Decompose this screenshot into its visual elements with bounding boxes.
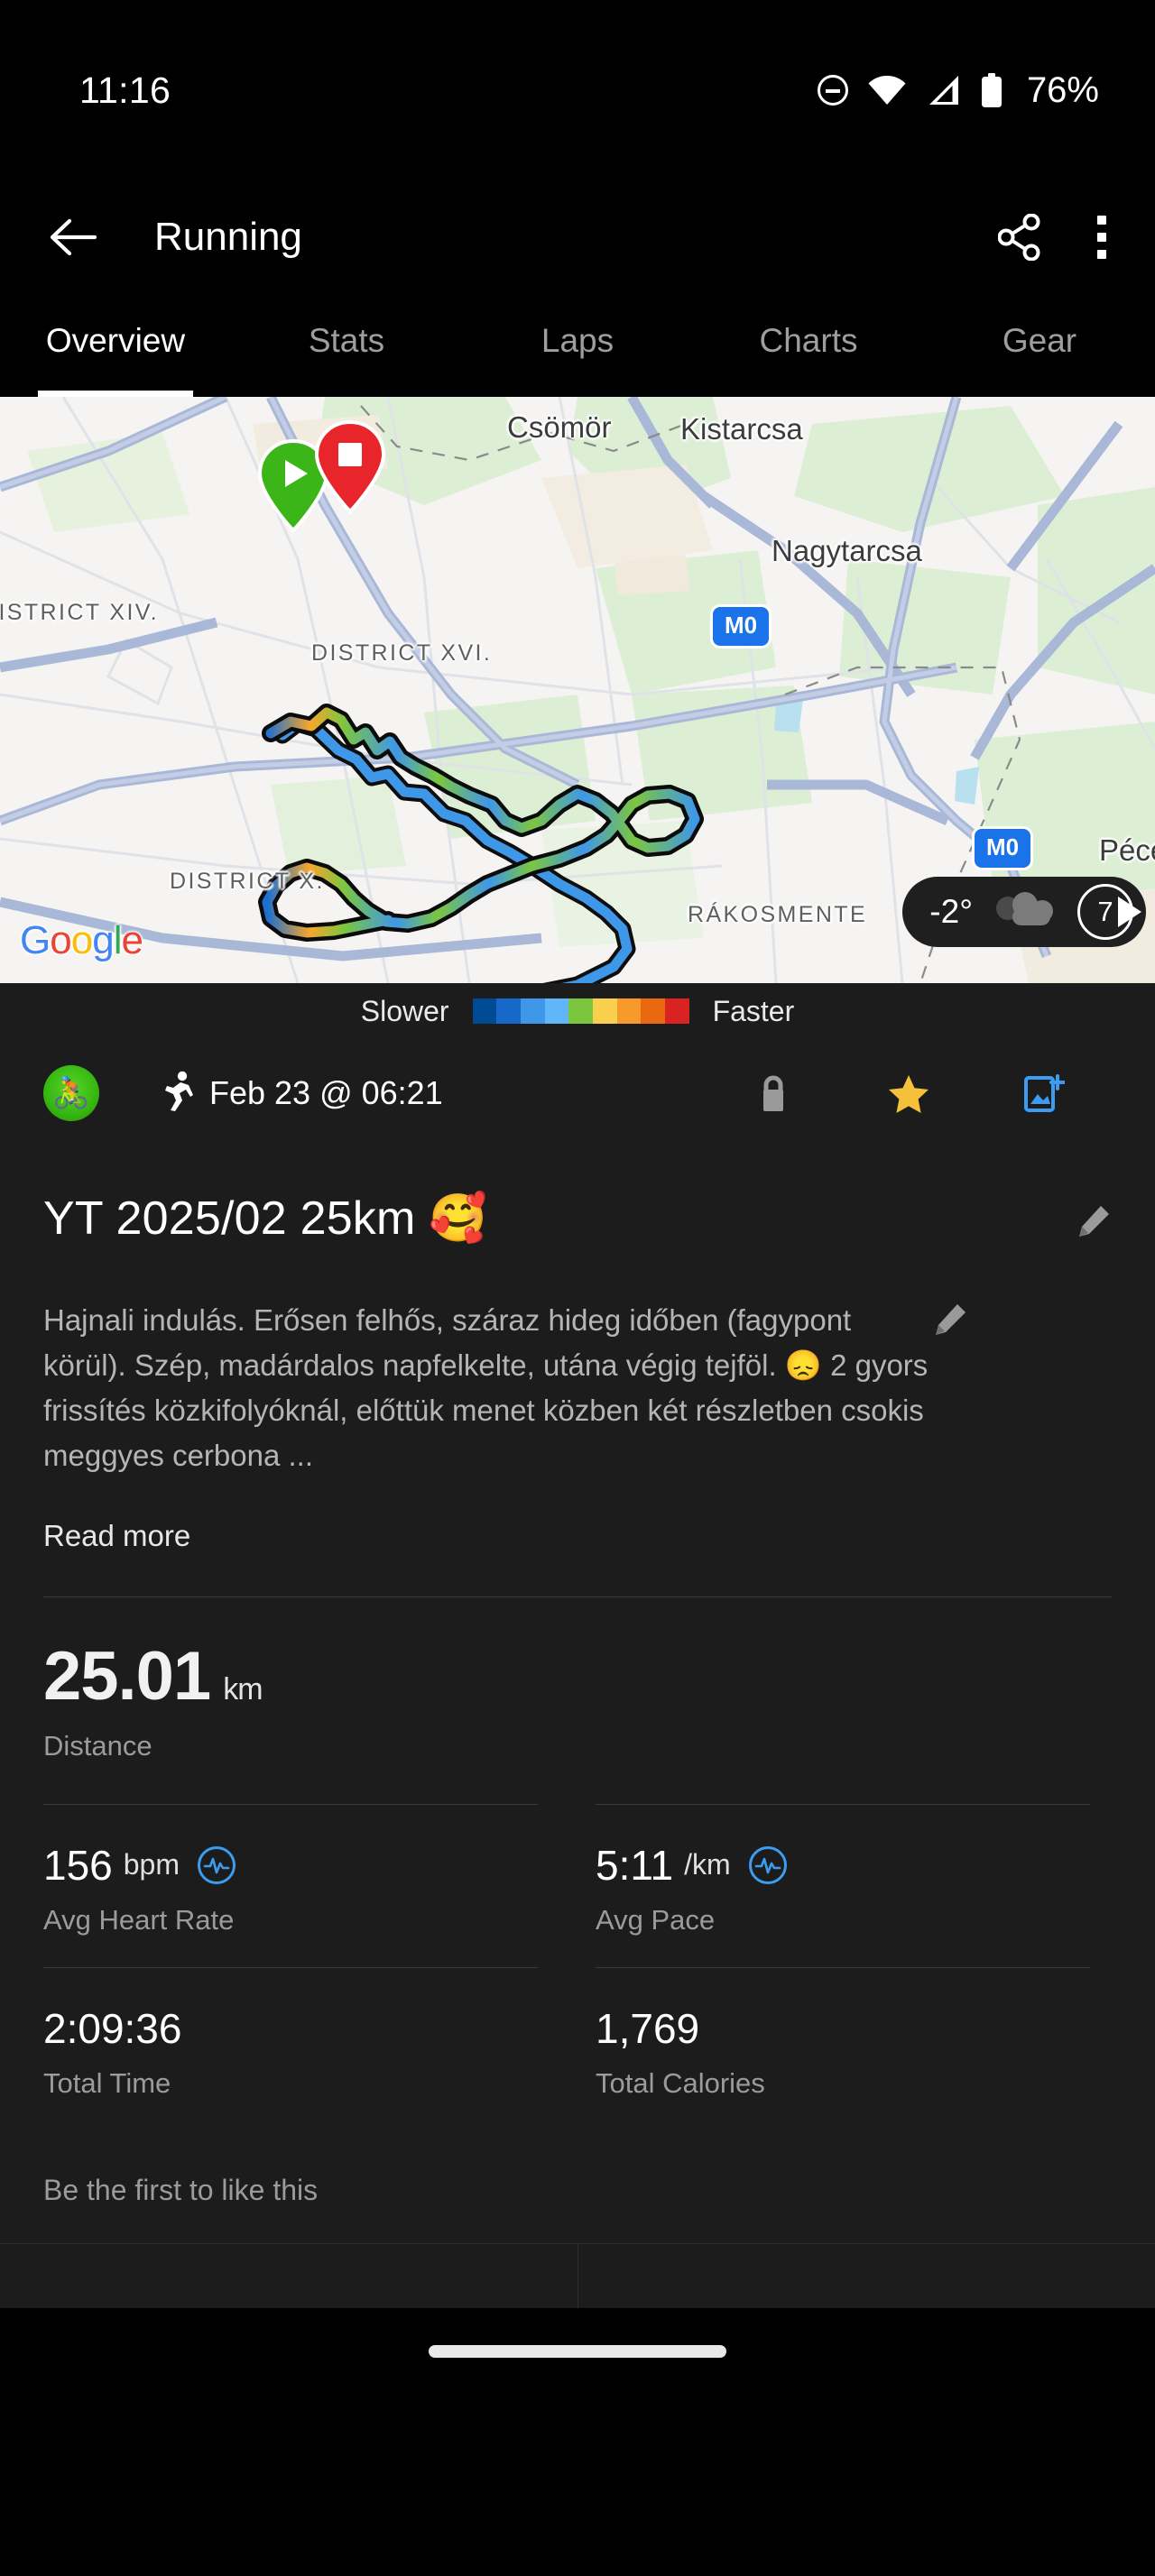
activity-meta-row: 🚴 Feb 23 @ 06:21: [43, 1039, 1112, 1147]
read-more-button[interactable]: Read more: [43, 1479, 1112, 1553]
title-edit-pencil-icon[interactable]: [1076, 1191, 1112, 1244]
back-arrow-icon[interactable]: [50, 216, 97, 258]
wind-speed-indicator: 7: [1077, 884, 1141, 940]
avatar[interactable]: 🚴: [43, 1065, 99, 1121]
pace-icon: [748, 1845, 787, 1884]
avg-heart-rate-stat: 156 bpm Avg Heart Rate: [43, 1805, 538, 1967]
avg-heart-rate-label: Avg Heart Rate: [43, 1903, 235, 1936]
wind-direction-arrow-icon: [1118, 897, 1141, 927]
avg-pace-value: 5:11: [596, 1841, 674, 1889]
weather-pill[interactable]: -2° 7: [902, 877, 1146, 947]
app-bar: Running: [0, 180, 1155, 293]
running-icon: [162, 1071, 193, 1117]
tab-charts[interactable]: Charts: [693, 293, 924, 397]
cloudy-icon: [993, 890, 1058, 934]
lock-icon[interactable]: [706, 1073, 841, 1113]
stat-col-pace: 5:11 /km Avg Pace: [559, 1803, 1112, 1967]
total-calories-stat: 1,769 Total Calories: [596, 1968, 1090, 2130]
activity-description: Hajnali indulás. Erősen felhős, száraz h…: [43, 1303, 929, 1473]
overflow-menu-icon[interactable]: [1095, 214, 1108, 261]
heart-rate-icon: [198, 1845, 236, 1884]
social-like-row[interactable]: Be the first to like this: [43, 2130, 1112, 2243]
legend-gradient-bar: [472, 998, 689, 1024]
home-gesture-pill[interactable]: [429, 2344, 726, 2358]
avg-heart-rate-unit: bpm: [123, 1848, 180, 1881]
weather-temperature: -2°: [929, 893, 973, 930]
share-icon[interactable]: [998, 213, 1043, 261]
avg-heart-rate-value-row: 156 bpm: [43, 1841, 538, 1890]
wind-speed-value: 7: [1097, 896, 1113, 927]
speed-legend: Slower Faster: [0, 983, 1155, 1039]
tab-bar: Overview Stats Laps Charts Gear: [0, 293, 1155, 397]
total-calories-label: Total Calories: [596, 2066, 765, 2099]
activity-date: Feb 23 @ 06:21: [209, 1074, 443, 1111]
status-bar-icons: 76%: [817, 69, 1099, 111]
app-bar-actions: [998, 213, 1108, 261]
dnd-icon: [817, 75, 848, 106]
stat-grid-row-2: 2:09:36 Total Time 1,769 Total Calories: [43, 1966, 1112, 2130]
stat-col-heart-rate: 156 bpm Avg Heart Rate: [43, 1803, 559, 1967]
legend-faster-label: Faster: [712, 994, 795, 1027]
total-time-label: Total Time: [43, 2066, 171, 2099]
tab-stats[interactable]: Stats: [231, 293, 462, 397]
end-pin-icon: [314, 419, 386, 514]
distance-label: Distance: [43, 1729, 152, 1762]
bottom-action-strip: [0, 2242, 1155, 2308]
status-bar-clock: 11:16: [79, 69, 171, 111]
tab-laps[interactable]: Laps: [462, 293, 693, 397]
tab-overview[interactable]: Overview: [0, 293, 231, 397]
activity-details: 🚴 Feb 23 @ 06:21 YT 2025/02 25km 🥰 Hajna…: [0, 1039, 1155, 2243]
battery-percent-label: 76%: [1026, 69, 1099, 110]
distance-stat: 25.01 km Distance: [43, 1597, 1112, 1804]
avg-pace-stat: 5:11 /km Avg Pace: [596, 1805, 1090, 1967]
avg-heart-rate-value: 156: [43, 1841, 113, 1889]
total-time-value: 2:09:36: [43, 2004, 182, 2052]
activity-title-row: YT 2025/02 25km 🥰: [43, 1147, 1112, 1255]
total-time-stat: 2:09:36 Total Time: [43, 1968, 538, 2130]
route-map[interactable]: Csömör Kistarcsa Nagytarcsa Pécel DISTRI…: [0, 397, 1155, 983]
page-title: Running: [154, 214, 302, 259]
star-icon[interactable]: [841, 1073, 976, 1113]
wifi-icon: [868, 75, 906, 106]
description-edit-pencil-icon[interactable]: [932, 1298, 968, 1342]
status-bar: 11:16 76%: [0, 0, 1155, 180]
distance-value-row: 25.01 km: [43, 1637, 1112, 1716]
activity-date-group: Feb 23 @ 06:21: [162, 1071, 443, 1117]
add-photo-icon[interactable]: [976, 1073, 1112, 1113]
activity-description-row: Hajnali indulás. Erősen felhős, száraz h…: [43, 1255, 1112, 1479]
highway-shield-m0-north: M0: [713, 607, 770, 646]
cellular-signal-icon: [926, 75, 960, 106]
avg-pace-value-row: 5:11 /km: [596, 1841, 1090, 1890]
legend-slower-label: Slower: [360, 994, 449, 1027]
google-logo: Google: [20, 918, 143, 962]
bottom-action-right[interactable]: [577, 2243, 1155, 2308]
total-calories-value-row: 1,769: [596, 2004, 1090, 2053]
total-time-value-row: 2:09:36: [43, 2004, 538, 2053]
highway-shield-m0-south: M0: [975, 829, 1031, 868]
like-prompt: Be the first to like this: [43, 2173, 319, 2206]
total-calories-value: 1,769: [596, 2004, 700, 2052]
activity-meta-icons: [706, 1073, 1112, 1113]
distance-value: 25.01: [43, 1637, 211, 1715]
tab-gear[interactable]: Gear: [924, 293, 1155, 397]
distance-unit: km: [223, 1671, 263, 1707]
bottom-action-left[interactable]: [0, 2244, 578, 2308]
stat-grid-row-1: 156 bpm Avg Heart Rate 5:11 /km Avg Pace: [43, 1803, 1112, 1967]
stat-col-total-time: 2:09:36 Total Time: [43, 1966, 559, 2130]
avg-pace-label: Avg Pace: [596, 1903, 716, 1936]
activity-title: YT 2025/02 25km 🥰: [43, 1192, 488, 1245]
stat-col-total-calories: 1,769 Total Calories: [559, 1966, 1112, 2130]
avg-pace-unit: /km: [684, 1848, 731, 1881]
android-navigation-bar: [0, 2307, 1155, 2395]
battery-icon: [980, 73, 1003, 107]
